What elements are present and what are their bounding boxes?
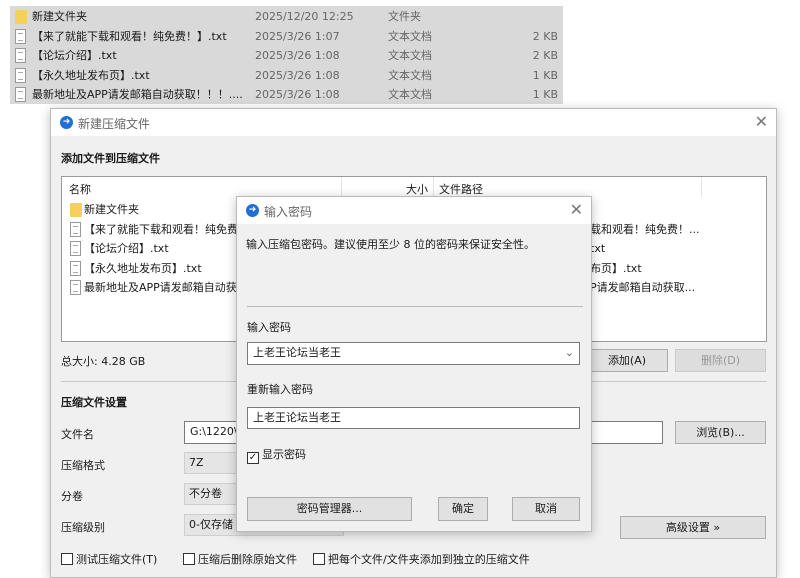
level-label: 压缩级别 xyxy=(61,521,105,534)
file-date: 2025/3/26 1:08 xyxy=(255,88,340,101)
text-file-icon xyxy=(15,67,26,83)
file-name: 新建文件夹 xyxy=(32,10,87,23)
file-date: 2025/3/26 1:08 xyxy=(255,49,340,62)
file-type: 文件夹 xyxy=(388,10,421,23)
app-logo-icon: ➜ xyxy=(246,204,259,217)
password-title-bar: ➜ 输入密码 ✕ xyxy=(237,197,591,224)
text-file-icon xyxy=(15,87,26,102)
advanced-settings-button[interactable]: 高级设置 » xyxy=(620,516,766,539)
delete-button[interactable]: 删除(D) xyxy=(675,349,766,372)
format-label: 压缩格式 xyxy=(61,459,105,472)
split-label: 分卷 xyxy=(61,490,83,503)
file-type: 文本文档 xyxy=(388,88,432,101)
file-size: 2 KB xyxy=(532,49,558,62)
file-name: 【来了就能下载和观看！纯免费！】.txt xyxy=(32,29,227,43)
file-name: 新建文件夹 xyxy=(84,203,139,216)
file-type: 文本文档 xyxy=(388,68,432,82)
explorer-row[interactable]: 最新地址及APP请发邮箱自动获取！！！.... 2025/3/26 1:08 文… xyxy=(10,85,563,104)
settings-heading: 压缩文件设置 xyxy=(61,396,127,409)
file-type: 文本文档 xyxy=(388,49,432,62)
text-file-icon xyxy=(70,241,81,256)
password-dialog: ➜ 输入密码 ✕ 输入压缩包密码。建议使用至少 8 位的密码来保证安全性。 输入… xyxy=(236,196,592,532)
browse-button[interactable]: 浏览(B)... xyxy=(675,421,766,444)
explorer-row[interactable]: 【论坛介绍】.txt 2025/3/26 1:08 文本文档 2 KB xyxy=(10,46,563,65)
file-name: 最新地址及APP请发邮箱自动获取！！！.... xyxy=(32,88,243,101)
file-name: 【论坛介绍】.txt xyxy=(84,242,169,255)
cancel-button[interactable]: 取消 xyxy=(512,497,580,521)
password-manager-button[interactable]: 密码管理器... xyxy=(247,497,412,521)
file-date: 2025/3/26 1:07 xyxy=(255,29,340,43)
total-size: 总大小: 4.28 GB xyxy=(61,355,146,368)
file-list-row[interactable]: 【永久地址发布页】.txt xyxy=(70,259,202,278)
reenter-password-label: 重新输入密码 xyxy=(247,383,313,396)
add-button[interactable]: 添加(A) xyxy=(586,349,668,372)
file-list-row[interactable]: 【论坛介绍】.txt xyxy=(70,239,169,258)
show-password-checkbox[interactable]: ✓ 显示密码 xyxy=(247,446,306,464)
file-path: txt xyxy=(590,242,606,255)
file-path: 载和观看！纯免费！... xyxy=(590,222,700,236)
file-name: 【论坛介绍】.txt xyxy=(32,49,117,62)
text-file-icon xyxy=(15,28,26,44)
password-combo[interactable]: 上老王论坛当老王 ⌄ xyxy=(247,342,580,365)
password-hint: 输入压缩包密码。建议使用至少 8 位的密码来保证安全性。 xyxy=(246,238,535,251)
delete-after-checkbox[interactable]: 压缩后删除原始文件 xyxy=(183,551,297,567)
file-list-row[interactable]: 新建文件夹 xyxy=(70,200,139,219)
file-name: 最新地址及APP请发邮箱自动获取 xyxy=(84,281,248,294)
explorer-row[interactable]: 【永久地址发布页】.txt 2025/3/26 1:08 文本文档 1 KB xyxy=(10,66,563,85)
filename-label: 文件名 xyxy=(61,428,94,441)
explorer-row[interactable]: 新建文件夹 2025/12/20 12:25 文件夹 xyxy=(10,7,563,26)
file-size: 2 KB xyxy=(532,29,558,43)
explorer-file-list: 新建文件夹 2025/12/20 12:25 文件夹 【来了就能下载和观看！纯免… xyxy=(10,6,563,104)
text-file-icon xyxy=(70,260,81,276)
text-file-icon xyxy=(70,280,81,295)
enter-password-label: 输入密码 xyxy=(247,321,291,334)
file-date: 2025/3/26 1:08 xyxy=(255,68,340,82)
close-icon[interactable]: ✕ xyxy=(755,112,768,131)
folder-icon xyxy=(70,203,82,217)
file-list-row[interactable]: 最新地址及APP请发邮箱自动获取 xyxy=(70,278,248,297)
reenter-password-input[interactable]: 上老王论坛当老王 xyxy=(247,407,580,429)
close-icon[interactable]: ✕ xyxy=(570,200,583,219)
chevron-down-icon[interactable]: ⌄ xyxy=(565,343,574,363)
file-name: 【永久地址发布页】.txt xyxy=(84,261,202,275)
text-file-icon xyxy=(15,48,26,63)
text-file-icon xyxy=(70,221,81,237)
file-path: P请发邮箱自动获取... xyxy=(590,281,696,294)
file-size: 1 KB xyxy=(532,88,558,101)
test-archive-checkbox[interactable]: 测试压缩文件(T) xyxy=(61,551,157,567)
file-name: 【永久地址发布页】.txt xyxy=(32,68,150,82)
ok-button[interactable]: 确定 xyxy=(438,497,488,521)
file-path: 布页】.txt xyxy=(590,261,642,275)
folder-icon xyxy=(15,10,27,24)
section-heading: 添加文件到压缩文件 xyxy=(61,152,160,165)
file-date: 2025/12/20 12:25 xyxy=(255,10,354,23)
file-type: 文本文档 xyxy=(388,29,432,43)
file-size: 1 KB xyxy=(532,68,558,82)
explorer-row[interactable]: 【来了就能下载和观看！纯免费！】.txt 2025/3/26 1:07 文本文档… xyxy=(10,27,563,46)
password-dialog-title: 输入密码 xyxy=(264,205,313,219)
title-bar: ➜ 新建压缩文件 ✕ xyxy=(51,109,776,136)
separate-archives-checkbox[interactable]: 把每个文件/文件夹添加到独立的压缩文件 xyxy=(313,551,530,567)
column-path[interactable]: 文件路径 xyxy=(439,181,483,197)
app-logo-icon: ➜ xyxy=(60,116,73,129)
column-size[interactable]: 大小 xyxy=(406,181,428,197)
dialog-title: 新建压缩文件 xyxy=(78,117,151,131)
column-name[interactable]: 名称 xyxy=(69,181,91,197)
